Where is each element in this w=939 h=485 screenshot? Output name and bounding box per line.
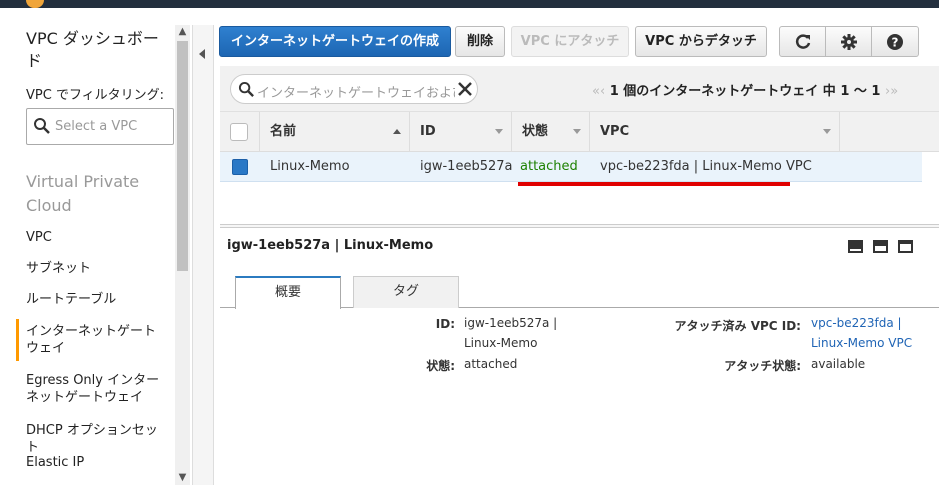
sidebar-section-vpc: Virtual Private Cloud xyxy=(26,172,140,215)
attached-vpc-id-link[interactable]: vpc-be223fda | Linux-Memo VPC xyxy=(811,313,912,353)
sort-icon xyxy=(495,129,503,134)
id-value: igw-1eeb527a | Linux-Memo xyxy=(464,316,558,350)
cell-name: Linux-Memo xyxy=(270,159,350,174)
sidebar-active-indicator xyxy=(16,319,19,361)
detail-tabs: 概要 タグ xyxy=(220,275,939,309)
table-row[interactable]: Linux-Memo igw-1eeb527a attached vpc-be2… xyxy=(220,152,922,182)
settings-button[interactable] xyxy=(826,27,872,56)
delete-button[interactable]: 削除 xyxy=(455,26,505,57)
sidebar-item-elastic-ip[interactable]: Elastic IP xyxy=(26,454,166,471)
gear-icon xyxy=(841,34,857,50)
sidebar-item-subnets[interactable]: サブネット xyxy=(26,260,166,277)
detach-from-vpc-button[interactable]: VPC からデタッチ xyxy=(635,26,767,57)
create-internet-gateway-button[interactable]: インターネットゲートウェイの作成 xyxy=(219,26,451,57)
help-icon: ? xyxy=(887,34,903,50)
select-all-cell xyxy=(220,112,260,152)
scroll-down-icon[interactable]: ▼ xyxy=(175,471,190,485)
vpc-filter-label: VPC でフィルタリング: xyxy=(26,88,165,103)
pagination: «‹ 1 個のインターネットゲートウェイ 中 1 〜 1 ›» xyxy=(592,80,898,99)
column-header-vpc[interactable]: VPC xyxy=(590,112,840,152)
column-header-id[interactable]: ID xyxy=(410,112,512,152)
layout-full-icon[interactable] xyxy=(898,240,913,253)
layout-bottom-icon[interactable] xyxy=(848,240,863,253)
state-value: attached xyxy=(464,357,518,371)
search-row: インターネットゲートウェイおよび «‹ 1 個のインターネットゲートウェイ 中 … xyxy=(220,66,939,112)
top-nav-bar xyxy=(0,0,939,8)
last-page-icon[interactable]: » xyxy=(890,84,898,99)
attach-state-label: アタッチ状態: xyxy=(724,359,801,373)
svg-text:?: ? xyxy=(892,36,899,50)
scrollbar-thumb[interactable] xyxy=(177,41,188,271)
sidebar-scrollbar[interactable]: ▲ ▼ xyxy=(175,25,190,485)
main-content: インターネットゲートウェイおよび «‹ 1 個のインターネットゲートウェイ 中 … xyxy=(220,66,939,485)
sort-icon xyxy=(823,129,831,134)
annotation-underline xyxy=(518,182,790,186)
vpc-filter-placeholder: Select a VPC xyxy=(55,119,138,134)
layout-split-icon[interactable] xyxy=(873,240,888,253)
tab-overview[interactable]: 概要 xyxy=(235,276,341,309)
refresh-button[interactable] xyxy=(780,27,826,56)
cell-state: attached xyxy=(520,159,578,174)
row-checkbox[interactable] xyxy=(232,159,248,175)
state-label: 状態: xyxy=(426,359,455,373)
cell-id: igw-1eeb527a xyxy=(420,159,513,174)
column-header-state[interactable]: 状態 xyxy=(512,112,590,152)
refresh-icon xyxy=(795,34,811,49)
vpc-filter-select[interactable]: Select a VPC xyxy=(26,108,174,145)
sidebar: VPC ダッシュボード VPC でフィルタリング: Select a VPC V… xyxy=(0,8,175,485)
cell-vpc: vpc-be223fda | Linux-Memo VPC xyxy=(600,159,812,174)
search-placeholder: インターネットゲートウェイおよび xyxy=(257,86,455,101)
help-button[interactable]: ? xyxy=(872,27,918,56)
attached-vpc-id-label: アタッチ済み VPC ID: xyxy=(674,319,801,333)
prev-page-icon[interactable]: ‹ xyxy=(600,84,605,99)
sidebar-item-dhcp-options[interactable]: DHCP オプションセット xyxy=(26,422,166,456)
sidebar-item-route-tables[interactable]: ルートテーブル xyxy=(26,291,166,308)
table-header: 名前 ID 状態 VPC xyxy=(220,112,939,152)
aws-logo-icon[interactable] xyxy=(26,0,44,8)
sort-asc-icon xyxy=(393,129,401,134)
sidebar-collapse-handle[interactable] xyxy=(192,25,214,485)
search-icon xyxy=(34,118,50,134)
sidebar-item-internet-gateways[interactable]: インターネットゲートウェイ xyxy=(26,323,166,357)
pane-splitter[interactable] xyxy=(220,224,939,228)
sidebar-dashboard-link[interactable]: VPC ダッシュボード xyxy=(26,28,171,72)
sort-icon xyxy=(573,129,581,134)
id-label: ID: xyxy=(435,317,455,331)
toolbar: インターネットゲートウェイの作成 削除 VPC にアタッチ VPC からデタッチ… xyxy=(214,8,939,66)
close-icon[interactable] xyxy=(457,81,473,97)
sidebar-item-egress-only-gateways[interactable]: Egress Only インターネットゲートウェイ xyxy=(26,372,166,406)
scroll-up-icon[interactable]: ▲ xyxy=(175,25,190,39)
detail-title: igw-1eeb527a | Linux-Memo xyxy=(227,238,434,253)
collapse-arrow-icon xyxy=(199,49,205,59)
first-page-icon[interactable]: « xyxy=(592,84,600,99)
search-input[interactable]: インターネットゲートウェイおよび xyxy=(230,74,478,104)
column-header-name[interactable]: 名前 xyxy=(260,112,410,152)
select-all-checkbox[interactable] xyxy=(230,123,248,141)
search-icon xyxy=(238,81,254,97)
pagination-text: 1 個のインターネットゲートウェイ 中 1 〜 1 xyxy=(609,84,881,99)
attach-to-vpc-button[interactable]: VPC にアタッチ xyxy=(511,26,629,57)
sidebar-item-vpc[interactable]: VPC xyxy=(26,229,166,246)
toolbar-icon-group: ? xyxy=(779,26,919,57)
tab-tags[interactable]: タグ xyxy=(353,276,459,308)
attach-state-value: available xyxy=(811,357,866,371)
